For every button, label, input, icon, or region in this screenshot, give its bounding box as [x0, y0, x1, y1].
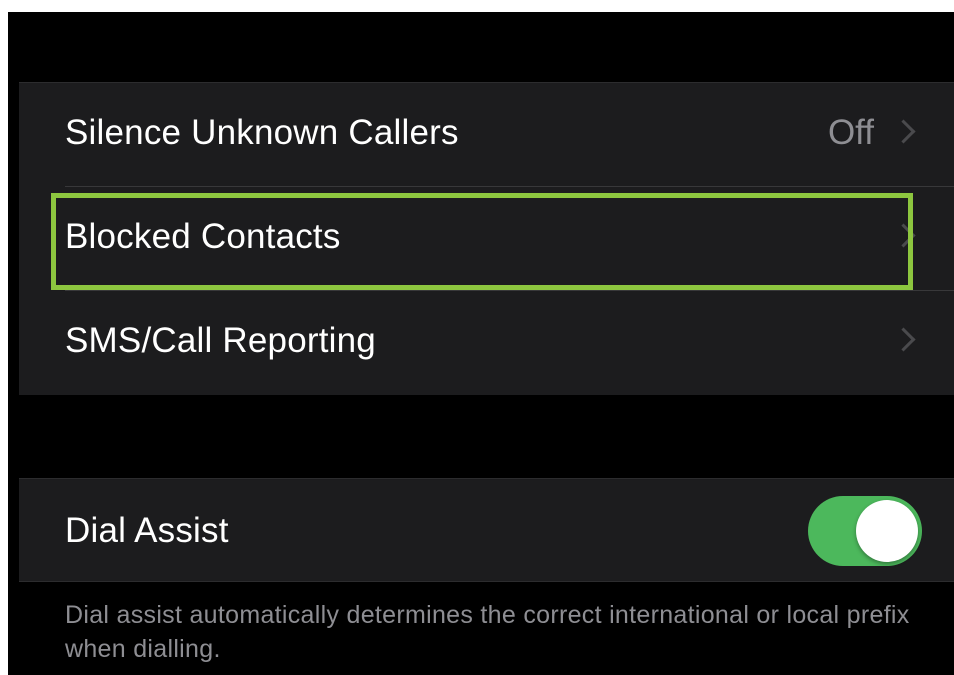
chevron-right-icon [891, 327, 916, 352]
blocked-contacts-row[interactable]: Blocked Contacts [19, 187, 954, 291]
dial-assist-group: Dial Assist [19, 478, 954, 582]
silence-unknown-callers-label: Silence Unknown Callers [65, 113, 459, 152]
dial-assist-toggle[interactable] [808, 496, 922, 566]
call-blocking-group: Silence Unknown Callers Off Blocked Cont… [19, 82, 954, 395]
silence-unknown-callers-value: Off [827, 113, 874, 152]
silence-unknown-callers-row[interactable]: Silence Unknown Callers Off [19, 83, 954, 187]
dial-assist-footnote: Dial assist automatically determines the… [65, 601, 910, 663]
phone-settings-screen: Silence Unknown Callers Off Blocked Cont… [8, 12, 954, 675]
toggle-knob [856, 500, 918, 562]
blocked-contacts-label: Blocked Contacts [65, 217, 341, 256]
sms-call-reporting-row[interactable]: SMS/Call Reporting [19, 291, 954, 395]
chevron-right-icon [891, 119, 916, 144]
sms-call-reporting-label: SMS/Call Reporting [65, 321, 376, 360]
dial-assist-label: Dial Assist [65, 511, 229, 550]
dial-assist-row: Dial Assist [19, 479, 954, 581]
chevron-right-icon [891, 223, 916, 248]
